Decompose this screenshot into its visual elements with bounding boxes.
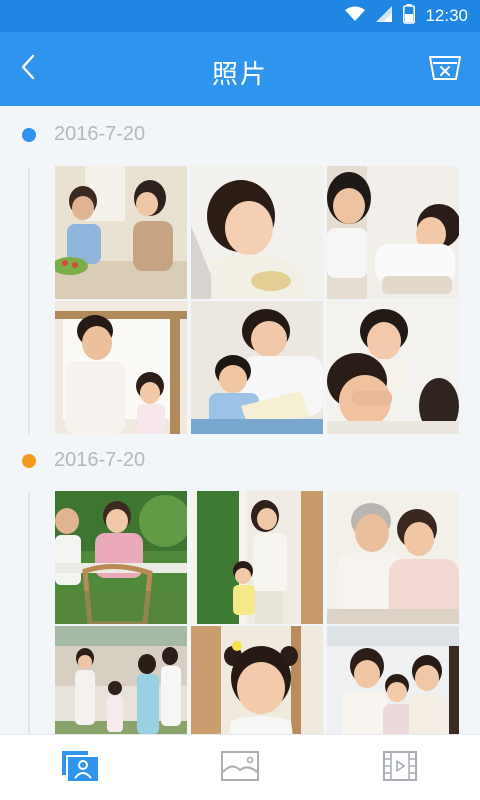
trash-button[interactable] (424, 52, 466, 88)
date-label: 2016-7-20 (54, 123, 146, 145)
landscape-image-icon (220, 750, 260, 786)
photo-thumbnail[interactable] (191, 491, 323, 624)
timeline-dot (22, 128, 36, 142)
timeline-line (28, 168, 30, 434)
photo-thumbnail[interactable] (55, 491, 187, 624)
wifi-icon (345, 6, 366, 26)
photo-thumbnail[interactable] (55, 301, 187, 434)
photo-grid (55, 166, 459, 434)
bottom-tab-bar (0, 734, 480, 800)
status-time: 12:30 (425, 6, 468, 25)
photo-thumbnail[interactable] (327, 626, 459, 734)
date-label: 2016-7-20 (54, 449, 146, 471)
battery-icon (403, 4, 416, 28)
photo-thumbnail[interactable] (327, 301, 459, 434)
photo-thumbnail[interactable] (55, 626, 187, 734)
photo-thumbnail[interactable] (327, 491, 459, 624)
tab-videos[interactable] (320, 735, 480, 800)
photo-grid (55, 491, 459, 734)
status-bar: 12:30 (0, 0, 480, 32)
date-header: 2016-7-20 (0, 114, 480, 154)
tab-images[interactable] (160, 735, 320, 800)
tab-people-photos[interactable] (0, 735, 160, 800)
page-title: 照片 (211, 60, 268, 90)
photo-thumbnail[interactable] (55, 166, 187, 299)
people-photos-icon (60, 749, 100, 787)
date-header: 2016-7-20 (0, 440, 480, 480)
photo-thumbnail[interactable] (191, 626, 323, 734)
timeline-line (28, 492, 30, 734)
status-icons: 12:30 (345, 0, 468, 32)
video-film-icon (382, 750, 418, 786)
app-header: 照片 (0, 32, 480, 106)
signal-icon (375, 5, 393, 27)
photo-timeline[interactable]: 2016-7-20 2016-7-20 (0, 106, 480, 734)
trash-bin-icon (428, 55, 462, 85)
photo-thumbnail[interactable] (327, 166, 459, 299)
photo-thumbnail[interactable] (191, 301, 323, 434)
photo-thumbnail[interactable] (191, 166, 323, 299)
timeline-dot (22, 454, 36, 468)
